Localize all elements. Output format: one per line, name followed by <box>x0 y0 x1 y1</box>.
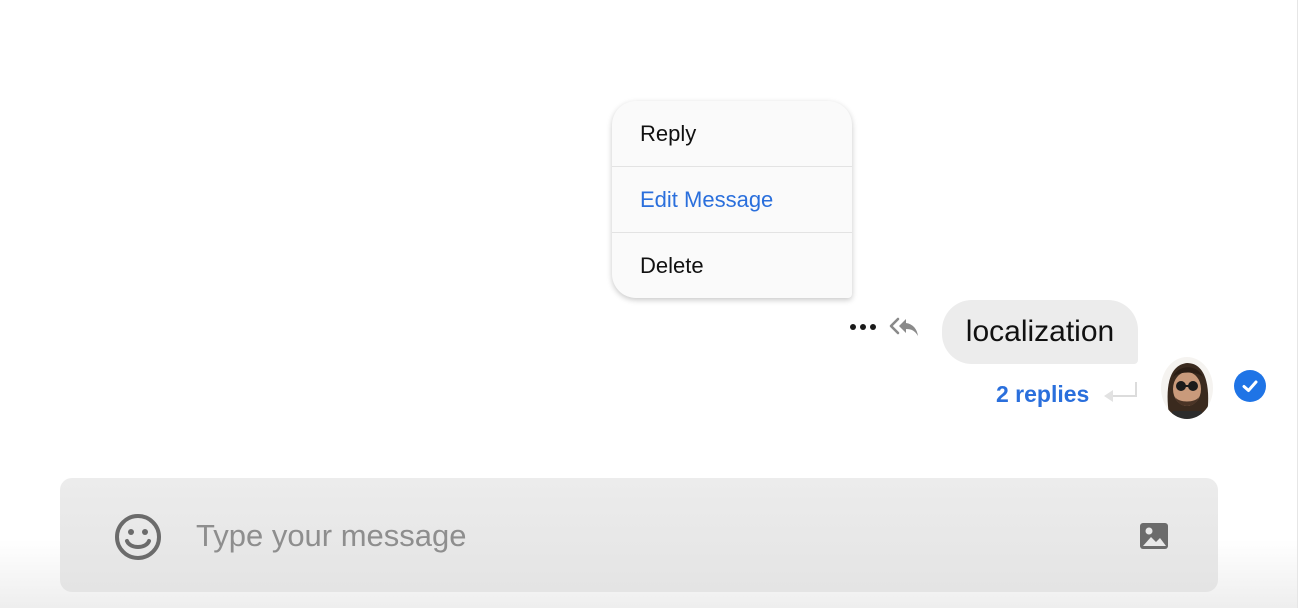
checkmark-icon <box>1242 380 1258 392</box>
message-input[interactable] <box>196 508 1096 564</box>
dot <box>870 324 876 330</box>
more-dots-icon[interactable] <box>850 316 876 338</box>
divider <box>1297 0 1298 608</box>
message-context-menu: Reply Edit Message Delete <box>612 101 852 298</box>
thread-replies-link[interactable]: 2 replies <box>996 381 1089 408</box>
avatar[interactable] <box>1161 357 1213 419</box>
reply-all-icon[interactable] <box>888 315 920 339</box>
menu-item-reply[interactable]: Reply <box>612 101 852 167</box>
return-arrow-icon <box>1104 382 1137 402</box>
message-bubble[interactable]: localization <box>942 300 1138 364</box>
avatar-image <box>1161 357 1213 419</box>
menu-item-edit-message[interactable]: Edit Message <box>612 167 852 233</box>
smiley-icon[interactable] <box>113 512 163 562</box>
menu-item-delete[interactable]: Delete <box>612 233 852 298</box>
dot <box>860 324 866 330</box>
read-receipt-badge <box>1234 370 1266 402</box>
dot <box>850 324 856 330</box>
chat-view: Reply Edit Message Delete localization 2… <box>0 0 1300 608</box>
message-composer <box>60 478 1218 592</box>
image-icon[interactable] <box>1138 520 1170 552</box>
